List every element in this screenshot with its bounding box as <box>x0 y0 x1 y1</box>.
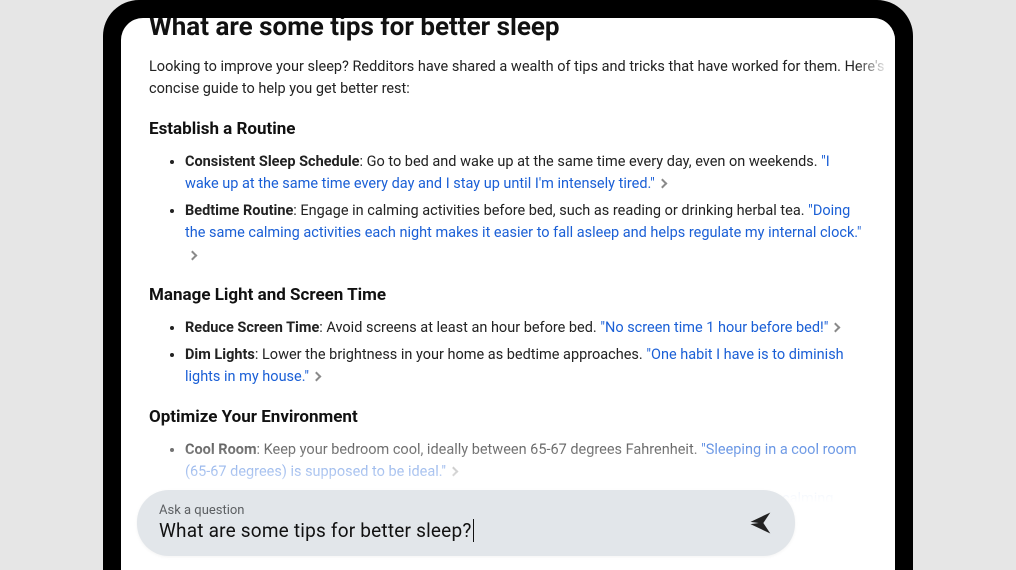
quote-link[interactable]: "No screen time 1 hour before bed!" <box>600 319 828 336</box>
section-heading: Optimize Your Environment <box>149 407 867 427</box>
item-title: Cool Room <box>185 441 257 458</box>
item-text: Avoid screens at least an hour before be… <box>326 319 600 336</box>
list-item: Consistent Sleep Schedule: Go to bed and… <box>185 151 867 196</box>
send-button[interactable] <box>747 509 775 537</box>
list-item: Cool Room: Keep your bedroom cool, ideal… <box>185 439 867 484</box>
sep: : <box>359 153 366 170</box>
question-input-bar[interactable]: Ask a question What are some tips for be… <box>137 490 795 556</box>
chevron-right-icon <box>657 179 667 189</box>
list-item: Reduce Screen Time: Avoid screens at lea… <box>185 317 867 339</box>
section-heading: Manage Light and Screen Time <box>149 285 867 305</box>
item-title: Reduce Screen Time <box>185 319 319 336</box>
sep: : <box>255 346 262 363</box>
list-item: Dim Lights: Lower the brightness in your… <box>185 344 867 389</box>
item-text: Go to bed and wake up at the same time e… <box>367 153 822 170</box>
text-cursor-icon <box>473 519 474 542</box>
item-title: Dim Lights <box>185 346 255 363</box>
list-item: Bedtime Routine: Engage in calming activ… <box>185 200 867 267</box>
chevron-right-icon <box>449 467 459 477</box>
screen: What are some tips for better sleep Look… <box>121 18 895 570</box>
item-text: Engage in calming activities before bed,… <box>300 202 808 219</box>
item-text: Keep your bedroom cool, ideally between … <box>264 441 701 458</box>
chevron-right-icon <box>831 323 841 333</box>
page-title: What are some tips for better sleep <box>149 18 867 42</box>
chevron-right-icon <box>188 250 198 260</box>
tips-list: Consistent Sleep Schedule: Go to bed and… <box>149 151 867 267</box>
section-heading: Establish a Routine <box>149 119 867 139</box>
item-title: Consistent Sleep Schedule <box>185 153 359 170</box>
item-title: Bedtime Routine <box>185 202 293 219</box>
intro-paragraph: Looking to improve your sleep? Redditors… <box>149 56 867 101</box>
tips-list: Reduce Screen Time: Avoid screens at lea… <box>149 317 867 388</box>
intro-line2: concise guide to help you get better res… <box>149 80 410 97</box>
sep: : <box>257 441 264 458</box>
tablet-frame: What are some tips for better sleep Look… <box>103 0 913 570</box>
item-text: Lower the brightness in your home as bed… <box>262 346 646 363</box>
input-value-text: What are some tips for better sleep? <box>159 519 472 542</box>
input-label: Ask a question <box>159 503 731 519</box>
chevron-right-icon <box>312 372 322 382</box>
send-icon <box>747 509 775 537</box>
answer-content: What are some tips for better sleep Look… <box>121 18 895 570</box>
question-input[interactable]: What are some tips for better sleep? <box>159 519 731 543</box>
intro-line1: Looking to improve your sleep? Redditors… <box>149 58 895 75</box>
